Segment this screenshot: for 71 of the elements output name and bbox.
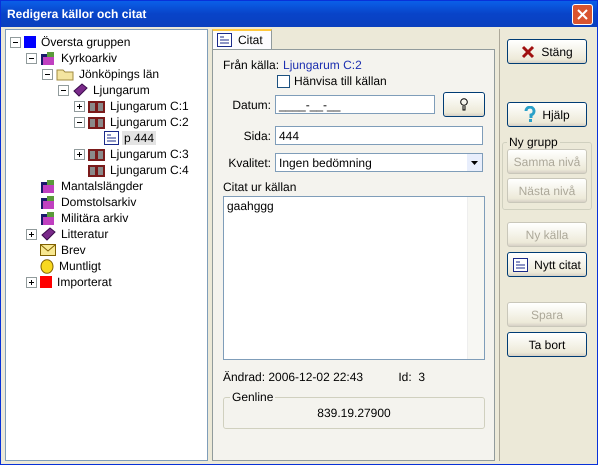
expand-icon[interactable] (26, 276, 37, 288)
question-mark-icon (524, 106, 536, 123)
tree-item[interactable]: Ljungarum (91, 83, 152, 97)
dialog-button[interactable]: Stäng (507, 39, 587, 64)
tree-item[interactable]: p 444 (122, 131, 156, 145)
tree-item[interactable]: Mantalslängder (59, 179, 146, 193)
square-icon (40, 276, 52, 288)
tree-item[interactable]: Ljungarum C:3 (108, 147, 191, 161)
quote-textarea[interactable]: gaahggg (223, 196, 485, 360)
expand-icon[interactable] (74, 100, 85, 112)
open-book-icon (88, 164, 105, 176)
checkbox[interactable] (277, 74, 290, 88)
dialog-button[interactable]: Hjälp (507, 102, 587, 127)
close-icon (521, 44, 536, 58)
lightbulb-button[interactable] (443, 92, 485, 117)
tab[interactable]: Citat (212, 29, 272, 49)
id-text: Id: 3 (398, 370, 425, 384)
folder-icon (56, 67, 74, 81)
checkbox-label: Hänvisa till källan (294, 74, 387, 88)
document-icon (217, 33, 232, 47)
tree-item[interactable]: Domstolsarkiv (59, 195, 138, 209)
field-label: Sida: (242, 128, 271, 142)
genline-value: 839.19.27900 (317, 406, 391, 420)
dialog-button[interactable]: Nytt citat (507, 252, 587, 277)
tree-item[interactable]: Kyrkoarkiv (59, 51, 120, 65)
page-field[interactable]: 444 (275, 126, 483, 145)
genline-group: Genline 839.19.27900 (223, 390, 485, 429)
tree-item[interactable]: Ljungarum C:4 (108, 163, 191, 177)
tree-item[interactable]: Importerat (55, 275, 114, 289)
tree-item[interactable]: Litteratur (59, 227, 110, 241)
lightbulb-icon (460, 98, 468, 111)
date-field[interactable]: ____-__-__ (275, 95, 435, 114)
dialog-button[interactable]: Ta bort (507, 332, 587, 357)
tree-item[interactable]: Jönköpings län (77, 67, 162, 81)
envelope-icon (40, 244, 56, 256)
books-icon (40, 178, 56, 194)
tree-item[interactable]: Brev (59, 243, 88, 257)
field-label: Från källa: (223, 58, 280, 72)
open-book-icon (88, 148, 105, 160)
document-icon (104, 131, 119, 145)
expand-icon[interactable] (26, 228, 37, 240)
changed-text: Ändrad: 2006-12-02 22:43 (223, 370, 364, 384)
books-icon (40, 210, 56, 226)
tree-item[interactable]: Militära arkiv (59, 211, 130, 225)
expand-icon[interactable] (74, 148, 85, 160)
collapse-icon[interactable] (26, 52, 37, 64)
tree-item[interactable]: Översta gruppen (39, 35, 132, 49)
books-icon (40, 194, 56, 210)
tree-item[interactable]: Muntligt (57, 259, 104, 273)
tree-item[interactable]: Ljungarum C:2 (108, 115, 191, 129)
source-link[interactable]: Ljungarum C:2 (283, 58, 362, 72)
collapse-icon[interactable] (58, 84, 69, 96)
field-label: Datum: (231, 98, 271, 112)
open-book-icon (88, 116, 105, 128)
close-button[interactable] (572, 4, 593, 24)
close-icon (577, 8, 588, 20)
collapse-icon[interactable] (42, 68, 53, 80)
collapse-icon[interactable] (74, 116, 85, 128)
window-title: Redigera källor och citat (7, 7, 146, 21)
field-label: Kvalitet: (227, 156, 271, 170)
tree-item[interactable]: Ljungarum C:1 (108, 99, 191, 113)
square-icon (24, 36, 36, 48)
collapse-icon[interactable] (10, 36, 21, 48)
quality-dropdown[interactable]: Ingen bedömning (275, 153, 483, 172)
books-icon (40, 50, 56, 66)
book-icon (40, 227, 56, 241)
book-icon (72, 83, 88, 97)
new-group-box: Ny grupp Samma nivå Nästa nivå (502, 135, 592, 210)
document-icon (513, 258, 528, 272)
field-label: Citat ur källan (223, 180, 298, 194)
open-book-icon (88, 100, 105, 112)
